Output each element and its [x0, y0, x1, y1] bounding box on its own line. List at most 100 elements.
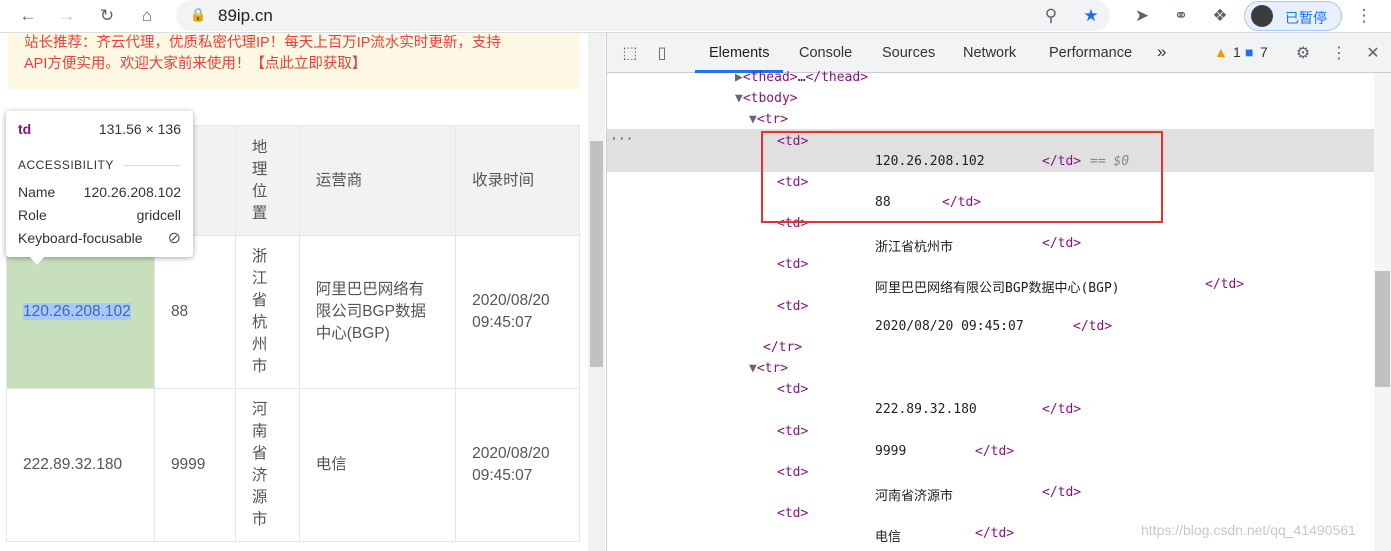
tooltip-arrow — [29, 256, 45, 265]
dom-node-td[interactable]: <td> — [777, 257, 808, 272]
header-time: 收录时间 — [455, 125, 580, 236]
notice-line-1: 站长推荐：齐云代理，优质私密代理IP！每天上百万IP流水实时更新，支持 — [24, 35, 501, 51]
dom-tree: ··· ▶<thead>…</thead> ▼<tbody> ▼<tr> <td… — [607, 70, 1391, 551]
dom-close-tag: </tr> — [763, 340, 803, 355]
header-location: 地理位置 — [234, 125, 300, 236]
warning-count[interactable]: 1 — [1233, 44, 1241, 60]
tooltip-name-label: Name — [18, 184, 56, 200]
dom-node-td[interactable]: <td> — [777, 382, 808, 397]
more-tabs-icon[interactable]: » — [1157, 42, 1166, 62]
extension-bird-icon[interactable]: ➤ — [1128, 3, 1156, 29]
dom-node-tr[interactable]: ▼<tr> — [749, 112, 788, 127]
devtools-tabbar: ⬚ ▯ Elements Console Sources Network Per… — [607, 33, 1391, 73]
tooltip-focus-label: Keyboard-focusable — [18, 230, 143, 246]
dom-text-node[interactable]: 电信 </td> — [875, 526, 1014, 545]
tab-sources[interactable]: Sources — [882, 45, 935, 61]
inspect-element-icon[interactable]: ⬚ — [619, 42, 641, 64]
devtools-panel: ⬚ ▯ Elements Console Sources Network Per… — [606, 33, 1391, 551]
dom-node-tbody[interactable]: ▼<tbody> — [735, 91, 798, 106]
cell-isp: 阿里巴巴网络有限公司BGP数据中心(BGP) — [298, 235, 457, 389]
devtools-scrollbar[interactable] — [1374, 73, 1391, 551]
dom-text-node[interactable]: 9999 </td> — [875, 444, 1014, 459]
devtools-scrollbar-thumb[interactable] — [1375, 271, 1390, 387]
dom-open-tag: <td> — [777, 257, 809, 272]
extension-link-icon[interactable]: ⚭ — [1167, 3, 1195, 29]
time-date: 2020/08/20 — [472, 292, 550, 309]
time-clock: 09:45:07 — [472, 467, 533, 484]
tooltip-size: 131.56 × 136 — [98, 121, 181, 137]
table-row: 222.89.32.180 9999 河南省济源市 电信 2020/08/20 0… — [6, 388, 580, 542]
tab-network[interactable]: Network — [963, 45, 1016, 61]
message-count[interactable]: 7 — [1260, 44, 1268, 60]
cell-port: 9999 — [153, 388, 236, 542]
expand-arrow-icon[interactable]: ▶ — [735, 70, 743, 85]
page-scrollbar-thumb[interactable] — [590, 141, 603, 367]
collapse-arrow-icon[interactable]: ▼ — [749, 361, 757, 376]
time-clock: 09:45:07 — [472, 314, 533, 331]
dom-text-node[interactable]: 2020/08/20 09:45:07 </td> — [875, 319, 1112, 334]
dom-open-tag: <td> — [777, 299, 809, 314]
dom-node-td[interactable]: <td> — [777, 424, 808, 439]
dom-text-node[interactable]: 222.89.32.180 </td> — [875, 402, 1081, 417]
menu-kebab-icon[interactable]: ⋮ — [1350, 3, 1378, 29]
location-text: 浙江省杭州市 — [251, 248, 268, 375]
dom-node-tr-close[interactable]: </tr> — [763, 340, 802, 355]
extensions-puzzle-icon[interactable]: ❖ — [1206, 3, 1234, 29]
dom-text: 222.89.32.180 — [875, 402, 977, 417]
zoom-icon[interactable]: ⚲ — [1037, 3, 1065, 29]
dom-text-node[interactable]: 阿里巴巴网络有限公司BGP数据中心(BGP) </td> — [875, 277, 1244, 296]
dom-close-tag: </td> — [1042, 236, 1082, 251]
profile-button[interactable]: 已暂停 — [1244, 1, 1342, 31]
dom-text: 阿里巴巴网络有限公司BGP数据中心(BGP) — [875, 281, 1120, 296]
dom-open-tag: <thead> — [742, 70, 798, 85]
close-icon[interactable]: ✕ — [1362, 42, 1384, 64]
dom-open-tag: <td> — [777, 382, 809, 397]
collapse-arrow-icon[interactable]: ▼ — [735, 91, 743, 106]
devtools-menu-icon[interactable]: ⋮ — [1328, 42, 1350, 64]
profile-label: 已暂停 — [1285, 10, 1327, 26]
ip-selected-text: 120.26.208.102 — [23, 303, 131, 320]
dom-node-tr[interactable]: ▼<tr> — [749, 361, 788, 376]
url-text: 89ip.cn — [218, 6, 273, 25]
cell-port: 88 — [153, 235, 236, 389]
dom-text: 电信 — [875, 530, 902, 545]
message-icon[interactable]: ■ — [1245, 44, 1253, 60]
address-bar[interactable]: 🔒 89ip.cn — [176, 0, 1110, 31]
cell-location: 浙江省杭州市 — [234, 235, 300, 389]
notice-banner[interactable]: 站长推荐：齐云代理，优质私密代理IP！每天上百万IP流水实时更新，支持 API方… — [8, 33, 580, 89]
forward-arrow-icon[interactable]: → — [53, 3, 81, 29]
dom-node-td[interactable]: <td> — [777, 506, 808, 521]
star-icon[interactable]: ★ — [1077, 3, 1105, 29]
tab-performance[interactable]: Performance — [1049, 45, 1132, 61]
cell-ip[interactable]: 222.89.32.180 — [6, 388, 155, 542]
dom-node-td[interactable]: <td> — [777, 465, 808, 480]
avatar — [1251, 5, 1273, 27]
node-more-icon[interactable]: ··· — [610, 132, 633, 147]
home-icon[interactable]: ⌂ — [133, 3, 161, 29]
page-scrollbar[interactable] — [588, 33, 605, 551]
not-allowed-icon: ⊘ — [167, 230, 181, 247]
settings-gear-icon[interactable]: ⚙ — [1292, 42, 1314, 64]
dom-close-tag: </td> — [1042, 485, 1082, 500]
back-arrow-icon[interactable]: ← — [14, 3, 42, 29]
dom-open-tag: <td> — [777, 465, 809, 480]
device-toolbar-icon[interactable]: ▯ — [651, 42, 673, 64]
dom-close-tag: </td> — [1042, 402, 1082, 417]
cell-time: 2020/08/20 09:45:07 — [455, 388, 580, 542]
dom-text-node[interactable]: 浙江省杭州市 </td> — [875, 236, 1081, 255]
page-viewport: 站长推荐：齐云代理，优质私密代理IP！每天上百万IP流水实时更新，支持 API方… — [0, 33, 590, 551]
tab-elements[interactable]: Elements — [709, 45, 769, 61]
warning-icon[interactable]: ▲ — [1214, 44, 1228, 60]
dom-open-tag: <td> — [777, 424, 809, 439]
dom-text-node[interactable]: 河南省济源市 </td> — [875, 485, 1081, 504]
lock-icon[interactable]: 🔒 — [190, 7, 207, 24]
table-row: 120.26.208.102 88 浙江省杭州市 阿里巴巴网络有限公司BGP数据… — [6, 235, 580, 389]
dom-node-thead[interactable]: ▶<thead>…</thead> — [735, 70, 868, 85]
dom-node-td[interactable]: <td> — [777, 299, 808, 314]
dom-open-tag: <tr> — [756, 361, 789, 376]
tab-console[interactable]: Console — [799, 45, 852, 61]
collapse-arrow-icon[interactable]: ▼ — [749, 112, 757, 127]
notice-line-2[interactable]: API方便实用。欢迎大家前来使用！【点此立即获取】 — [24, 54, 580, 75]
reload-icon[interactable]: ↻ — [93, 3, 121, 29]
dom-open-tag: <tr> — [756, 112, 789, 127]
